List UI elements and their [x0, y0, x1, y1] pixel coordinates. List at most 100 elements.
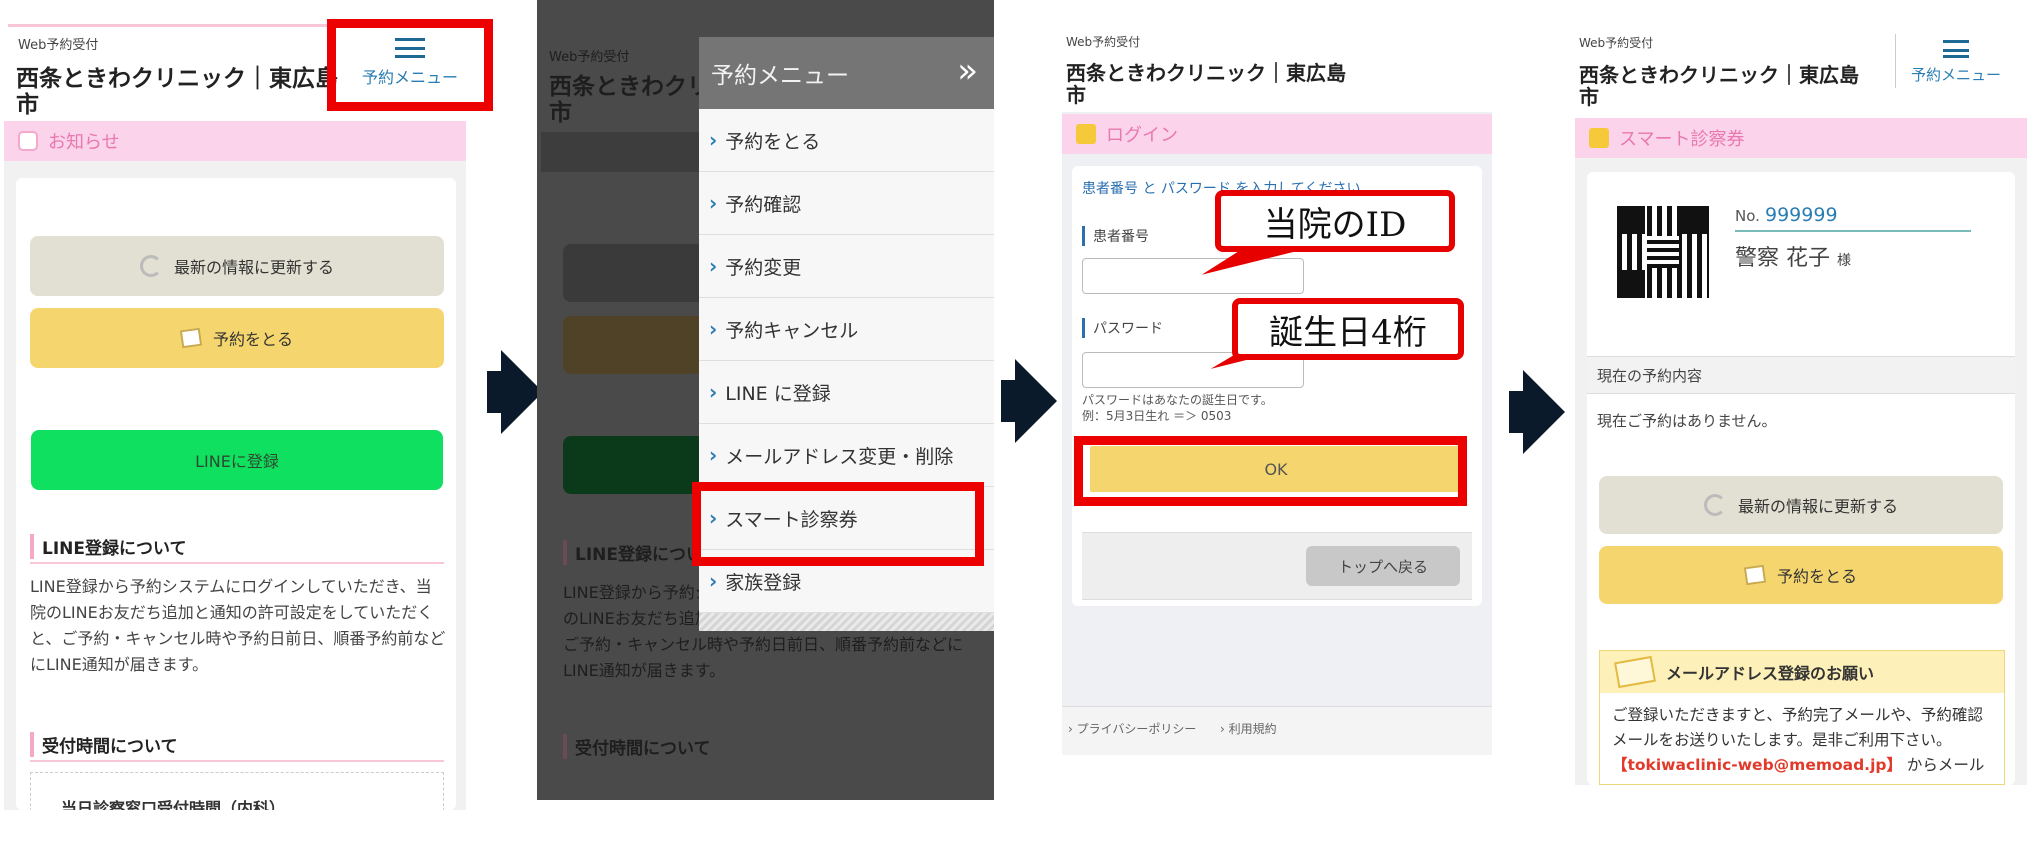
reserve-button[interactable]: 予約をとる [30, 308, 444, 368]
reserve-label: 予約をとる [212, 330, 293, 349]
menu-item-label: メールアドレス変更・削除 [725, 445, 954, 468]
dim-line-title: LINE登録につい [563, 540, 703, 565]
email-address[interactable]: 【tokiwaclinic-web@memoad.jp】 [1612, 756, 1902, 774]
smart-card-title: スマート診察券 [1619, 129, 1745, 150]
drawer-title: 予約メニュー [711, 63, 849, 89]
chevron-right-icon: › [709, 191, 718, 215]
screen-menu-drawer: Web予約受付 西条ときわクリニック｜東広島 市 LINE登録につい LINE登… [537, 0, 994, 800]
refresh-label: 最新の情報に更新する [1737, 497, 1898, 516]
patient-number-input[interactable] [1082, 258, 1304, 294]
hours-title: 受付時間について [30, 732, 178, 757]
qr-code-icon [1617, 206, 1709, 298]
dim-web-label: Web予約受付 [549, 50, 630, 65]
password-label: パスワード [1082, 318, 1163, 338]
dim-hours-title: 受付時間について [563, 734, 711, 759]
chevron-right-icon: › [709, 254, 718, 278]
chevron-right-icon: › [709, 128, 718, 152]
web-label: Web予約受付 [1066, 35, 1141, 49]
clinic-name-line2: 市 [1579, 85, 1599, 109]
menu-item-confirm[interactable]: › 予約確認 [699, 172, 994, 235]
reservation-menu-button[interactable]: 予約メニュー [1901, 40, 2011, 85]
dim-band [541, 132, 701, 172]
drawer-header: 予約メニュー » [699, 37, 994, 109]
menu-item-cancel[interactable]: › 予約キャンセル [699, 298, 994, 361]
patient-name: 警察 花子 [1735, 246, 1830, 271]
clinic-name-line2: 市 [16, 92, 39, 118]
callout-birthday: 誕生日4桁 [1232, 298, 1464, 360]
speech-bubble-icon [18, 131, 38, 151]
menu-item-label: 家族登録 [725, 571, 802, 594]
callout-id: 当院のID [1215, 190, 1455, 252]
close-drawer-icon[interactable]: » [957, 51, 978, 91]
dim-clinic-name: 西条ときわクリニック｜東広島 市 [549, 74, 699, 126]
screen-notice: Web予約受付 西条ときわクリニック｜東広島 市 予約メニュー お知らせ 最新の… [0, 0, 470, 810]
cube-icon [1589, 128, 1609, 148]
refresh-button[interactable]: 最新の情報に更新する [30, 236, 444, 296]
highlight-smart-card [692, 482, 984, 566]
menu-item-change[interactable]: › 予約変更 [699, 235, 994, 298]
hamburger-icon [1943, 40, 1969, 58]
privacy-link[interactable]: › プライバシーポリシー [1068, 720, 1196, 737]
email-request-text-2: からメール [1906, 756, 1985, 774]
login-band: ログイン [1062, 114, 1492, 154]
patient-number-label: 患者番号 [1082, 226, 1149, 246]
box-icon [1743, 564, 1767, 586]
notice-title: お知らせ [48, 132, 120, 153]
reserve-button[interactable]: 予約をとる [1599, 546, 2003, 604]
honorific: 様 [1837, 253, 1851, 269]
dim-refresh [563, 244, 713, 302]
patient-name-row: 警察 花子 様 [1735, 240, 1851, 272]
email-request-header: メールアドレス登録のお願い [1600, 651, 2004, 693]
line-about-text: LINE登録から予約システムにログインしていただき、当院のLINEお友だち追加と… [30, 577, 446, 674]
card-number-row: No. 999999 [1735, 204, 1971, 232]
web-label: Web予約受付 [1579, 36, 1654, 50]
menu-item-label: 予約変更 [725, 256, 802, 279]
callout-id-text: 当院のID [1263, 204, 1407, 245]
back-to-top-button[interactable]: トップへ戻る [1306, 546, 1460, 586]
drawer-hatch [699, 613, 994, 631]
chevron-right-icon: › [709, 569, 718, 593]
chevron-right-icon: › [709, 317, 718, 341]
screen-smart-card: Web予約受付 西条ときわクリニック｜東広島 市 予約メニュー スマート診察券 … [1575, 0, 2027, 785]
smart-card-band: スマート診察券 [1575, 118, 2027, 158]
hours-item-label: 当日診察窓口受付時間（内科） [61, 799, 286, 810]
highlight-ok-button [1074, 436, 1467, 506]
privacy-link-label: プライバシーポリシー [1076, 722, 1197, 736]
chevron-right-icon: › [709, 443, 718, 467]
line-register-label: LINEに登録 [195, 452, 279, 471]
callout-birthday-text: 誕生日4桁 [1269, 312, 1427, 353]
card-number-prefix: No. [1735, 207, 1760, 225]
dim-reserve [563, 316, 713, 374]
line-register-button[interactable]: LINEに登録 [31, 430, 443, 490]
header-divider [1895, 34, 1896, 88]
terms-link[interactable]: › 利用規約 [1220, 720, 1277, 737]
menu-item-label: 予約確認 [725, 193, 802, 216]
web-label: Web予約受付 [18, 38, 99, 53]
menu-item-label: 予約キャンセル [725, 319, 859, 342]
refresh-icon [1703, 494, 1726, 516]
email-request-body: ご登録いただきますと、予約完了メールや、予約確認メールをお送りいたします。是非ご… [1600, 693, 2004, 785]
current-reservation-title: 現在の予約内容 [1597, 366, 1703, 385]
chevron-right-icon: › [709, 380, 718, 404]
menu-item-line[interactable]: › LINE に登録 [699, 361, 994, 424]
current-reservation-header: 現在の予約内容 [1587, 356, 2015, 394]
clinic-name-line1: 西条ときわクリニック｜東広島 [1066, 61, 1346, 85]
menu-item-label: 予約をとる [725, 130, 821, 153]
dim-clinic-name-line1: 西条ときわクリニック｜東広島 [549, 74, 699, 100]
clinic-name: 西条ときわクリニック｜東広島 市 [1066, 62, 1346, 106]
menu-item-reserve[interactable]: › 予約をとる [699, 109, 994, 172]
refresh-button[interactable]: 最新の情報に更新する [1599, 476, 2003, 534]
notice-band: お知らせ [4, 121, 466, 161]
reserve-label: 予約をとる [1776, 567, 1857, 586]
card-number-value: 999999 [1765, 204, 1838, 226]
menu-item-email[interactable]: › メールアドレス変更・削除 [699, 424, 994, 487]
refresh-label: 最新の情報に更新する [173, 258, 334, 277]
email-request-text: ご登録いただきますと、予約完了メールや、予約確認メールをお送りいたします。是非ご… [1612, 706, 1983, 749]
hours-item-box: 当日診察窓口受付時間（内科） [30, 772, 444, 810]
dim-line [563, 436, 713, 494]
highlight-menu-button [327, 19, 493, 111]
email-request-box: メールアドレス登録のお願い ご登録いただきますと、予約完了メールや、予約確認メー… [1599, 650, 2005, 785]
refresh-icon [139, 255, 162, 277]
line-about-underline [30, 562, 444, 564]
cube-icon [1076, 124, 1096, 144]
